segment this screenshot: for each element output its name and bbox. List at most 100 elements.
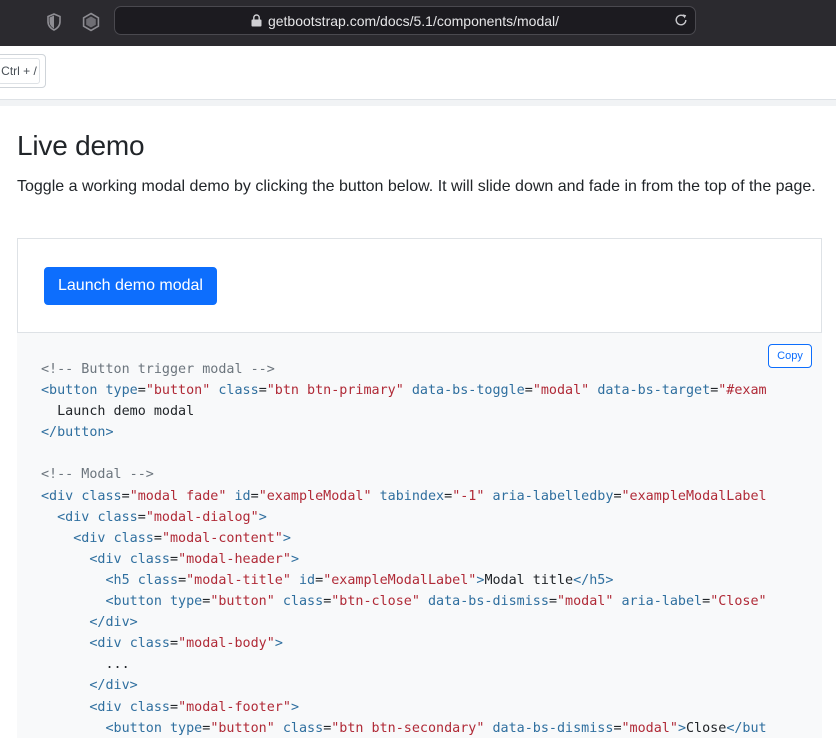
browser-toolbar: getbootstrap.com/docs/5.1/components/mod… — [0, 0, 836, 46]
code-token: data-bs-dismiss — [428, 594, 549, 610]
code-token: "modal-dialog" — [145, 509, 259, 525]
code-token: = — [121, 488, 130, 504]
code-token: aria-label — [621, 594, 703, 610]
code-token: </h5> — [573, 572, 614, 588]
code-line: <div class="modal-header"> — [41, 549, 799, 570]
code-token: class — [129, 636, 170, 652]
code-line: <div class="modal-dialog"> — [41, 507, 799, 528]
search-shortcut-hint[interactable]: Ctrl + / — [0, 54, 46, 88]
shield-icon[interactable] — [44, 12, 64, 32]
code-token: data-bs-target — [597, 383, 711, 399]
code-token: > — [677, 720, 686, 736]
code-token: data-bs-toggle — [411, 383, 525, 399]
code-line: </div> — [41, 612, 799, 633]
code-line: ... — [41, 654, 799, 675]
code-line: <div class="modal-content"> — [41, 528, 799, 549]
code-token: "modal-footer" — [178, 699, 291, 715]
code-token: "btn-close" — [331, 594, 420, 610]
code-token: Modal title — [484, 572, 574, 588]
code-token: </div> — [89, 678, 138, 694]
code-line: </button> — [41, 422, 799, 443]
code-token: class — [129, 551, 170, 567]
code-line: <div class="modal fade" id="exampleModal… — [41, 486, 799, 507]
code-block: <!-- Button trigger modal --> <button typ… — [41, 359, 799, 738]
code-line: </div> — [41, 675, 799, 696]
code-token: "modal-header" — [178, 551, 291, 567]
code-token: = — [444, 488, 453, 504]
code-token: "exampleModal" — [258, 488, 372, 504]
code-token: <button — [105, 720, 170, 736]
launch-demo-modal-button[interactable]: Launch demo modal — [44, 267, 217, 305]
example-preview: Launch demo modal — [17, 238, 822, 333]
code-token: "modal" — [557, 594, 614, 610]
code-token: Close — [686, 720, 727, 736]
code-line: <div class="modal-body"> — [41, 633, 799, 654]
code-token: <!-- Button trigger modal --> — [41, 362, 275, 377]
url-text: getbootstrap.com/docs/5.1/components/mod… — [267, 12, 560, 29]
code-token: class — [81, 488, 122, 504]
code-token: "btn btn-secondary" — [331, 720, 485, 736]
code-token: </but — [726, 720, 767, 736]
code-token: > — [290, 551, 299, 567]
code-token: = — [178, 572, 187, 588]
code-token: class — [129, 699, 170, 715]
code-token: = — [702, 594, 711, 610]
code-token: > — [282, 530, 291, 546]
lock-icon — [251, 14, 262, 27]
code-token: "modal-content" — [161, 530, 283, 546]
code-token: <div — [73, 530, 114, 546]
code-token: = — [548, 594, 557, 610]
code-token: class — [282, 720, 324, 736]
code-token: type — [170, 720, 203, 736]
code-token: "modal" — [621, 720, 678, 736]
code-token: "button" — [210, 594, 275, 610]
code-token: class — [113, 530, 154, 546]
code-token: </div> — [89, 615, 138, 631]
code-token: <div — [41, 488, 82, 504]
code-token: = — [613, 488, 622, 504]
code-token: = — [613, 720, 622, 736]
code-token: = — [170, 636, 179, 652]
code-token: type — [170, 594, 203, 610]
code-token: "exampleModalLabel" — [323, 572, 477, 588]
code-token: "modal fade" — [129, 488, 227, 504]
code-line: <button type="button" class="btn btn-pri… — [41, 380, 799, 401]
code-token: = — [315, 572, 324, 588]
code-token: > — [290, 699, 299, 715]
docs-search-bar: Ctrl + / — [0, 46, 836, 100]
code-line: <div class="modal-footer"> — [41, 697, 799, 718]
code-token: "button" — [210, 720, 275, 736]
code-token: <h5 — [105, 572, 138, 588]
code-token: "exampleModalLabel — [621, 488, 767, 504]
address-bar[interactable]: getbootstrap.com/docs/5.1/components/mod… — [114, 6, 696, 35]
code-token: class — [282, 594, 324, 610]
page-title: Live demo — [17, 130, 145, 161]
browser-extension-icon[interactable] — [81, 12, 101, 32]
code-token: "btn btn-primary" — [266, 383, 404, 399]
code-token: = — [170, 699, 179, 715]
code-token: = — [153, 530, 162, 546]
code-token: class — [97, 509, 138, 525]
code-line: <button type="button" class="btn btn-sec… — [41, 718, 799, 738]
code-token: "modal-body" — [178, 636, 275, 652]
section-description: Toggle a working modal demo by clicking … — [17, 178, 816, 195]
code-token: <!-- Modal --> — [41, 467, 154, 483]
code-line: <!-- Button trigger modal --> — [41, 359, 799, 380]
code-token: class — [218, 383, 259, 399]
code-token: "modal" — [532, 383, 590, 399]
reload-icon[interactable] — [673, 12, 689, 28]
search-shortcut-label: Ctrl + / — [0, 58, 40, 84]
